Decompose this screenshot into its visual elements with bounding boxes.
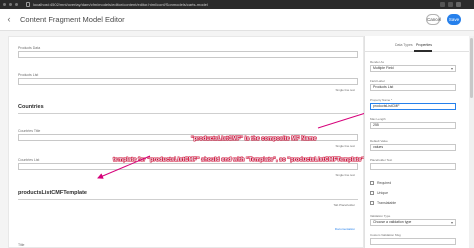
model-form: Products Data Products List Single line … [8, 36, 364, 248]
translatable-checkbox[interactable] [370, 201, 374, 205]
documentation-link[interactable]: Documentation [335, 227, 355, 231]
back-arrow-icon[interactable] [3, 3, 6, 6]
validation-type-label: Validation Type [370, 214, 391, 218]
field-label-input[interactable]: Products List [370, 84, 456, 91]
window: localhost:4502/mnt/overlay/dam/cfm/model… [0, 0, 474, 248]
custom-validation-input[interactable] [370, 238, 456, 245]
unique-label: Unique [377, 191, 389, 195]
property-name-label: Property Name * [370, 98, 393, 102]
chevron-down-icon: ▾ [450, 66, 453, 71]
browser-toolbar: localhost:4502/mnt/overlay/dam/cfm/model… [0, 0, 474, 9]
extension-icon[interactable] [440, 2, 445, 7]
field-type-hint: Single line text [335, 173, 355, 177]
divider [18, 199, 358, 200]
field-label: Products List [18, 73, 39, 77]
render-as-value: Multiple Field [373, 66, 394, 70]
forward-arrow-icon[interactable] [9, 3, 12, 6]
chevron-down-icon: ▾ [450, 220, 453, 225]
placeholder-input[interactable] [370, 163, 456, 170]
countries-list-input[interactable] [18, 163, 358, 170]
custom-validation-label: Custom Validation Msg [370, 233, 401, 237]
placeholder-label: Placeholder Text [370, 158, 393, 162]
required-checkbox[interactable] [370, 181, 374, 185]
default-value-label: Default Value [370, 139, 388, 143]
field-label: Countries Title [18, 129, 41, 133]
lock-icon [26, 2, 30, 7]
panel-scrollbar[interactable] [469, 36, 474, 248]
back-icon[interactable]: ‹ [4, 14, 14, 24]
tab-properties[interactable]: Properties [416, 43, 432, 47]
unique-checkbox[interactable] [370, 191, 374, 195]
properties-panel: Data Types Properties Render As Multiple… [364, 36, 471, 248]
section-heading-countries: Countries [18, 104, 44, 110]
products-list-input[interactable] [18, 78, 358, 85]
cancel-button[interactable]: Cancel [426, 14, 441, 25]
translatable-label: Translatable [377, 201, 397, 205]
active-tab-indicator [414, 50, 432, 52]
field-label-label: Field Label [370, 79, 385, 83]
property-name-input[interactable]: productsListCMF [370, 103, 456, 110]
section-heading-template: productsListCMFTemplate [18, 190, 87, 196]
address-bar[interactable]: localhost:4502/mnt/overlay/dam/cfm/model… [33, 1, 393, 8]
tab-data-types[interactable]: Data Types [395, 43, 413, 47]
field-type-hint: Single line text [335, 144, 355, 148]
annotation-template-rule: template for "productsListCMF" should en… [113, 157, 365, 163]
max-length-label: Max Length [370, 117, 386, 121]
field-label: Countries List [18, 158, 40, 162]
field-type-hint: Single line text [335, 88, 355, 92]
max-length-input[interactable]: 255 [370, 122, 456, 129]
field-label: Title [18, 243, 25, 247]
save-button[interactable]: Save [447, 14, 461, 25]
render-as-label: Render As [370, 60, 385, 64]
profile-icon[interactable] [448, 2, 453, 7]
tab-placeholder-hint: Tab Placeholder [333, 203, 355, 207]
required-label: Required [377, 181, 392, 185]
validation-type-select[interactable]: Choose a validation type ▾ [370, 219, 456, 226]
editor-header: ‹ Content Fragment Model Editor Cancel S… [0, 9, 474, 31]
reload-icon[interactable] [15, 3, 18, 6]
divider [18, 113, 358, 114]
panel-tabs: Data Types Properties [365, 42, 471, 52]
scrollbar-thumb[interactable] [470, 38, 473, 98]
render-as-select[interactable]: Multiple Field ▾ [370, 65, 456, 72]
products-data-input[interactable] [18, 51, 358, 58]
page-title: Content Fragment Model Editor [20, 15, 125, 24]
menu-icon[interactable] [456, 2, 461, 7]
default-value-input[interactable]: values [370, 144, 456, 151]
validation-type-value: Choose a validation type [373, 220, 412, 224]
field-label: Products Data [18, 46, 41, 50]
annotation-composite-name: "productsListCMF" is the composite MF Na… [191, 136, 317, 142]
